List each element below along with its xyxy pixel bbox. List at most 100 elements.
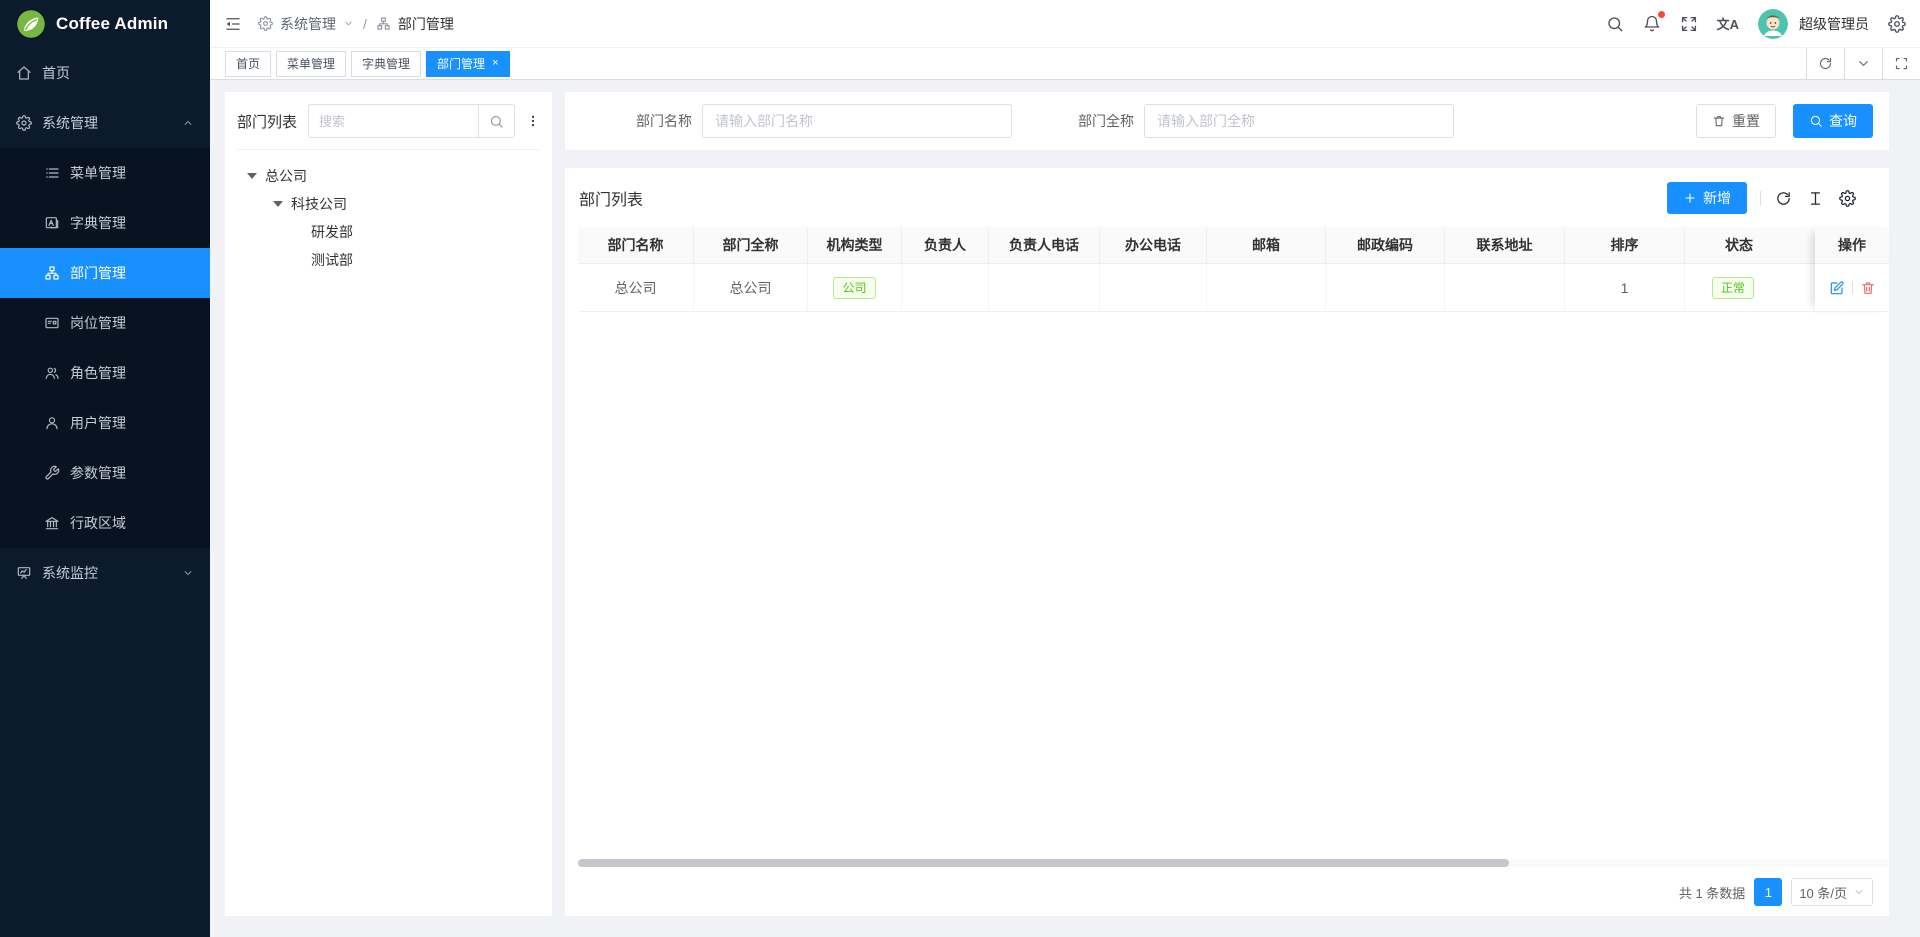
col-full-name: 部门全称 — [694, 227, 808, 263]
chevron-down-icon — [343, 18, 354, 29]
username[interactable]: 超级管理员 — [1799, 14, 1869, 34]
leaf-logo-icon — [16, 9, 46, 39]
col-leader: 负责人 — [902, 227, 989, 263]
sidebar-item-parameter-management[interactable]: 参数管理 — [0, 448, 210, 498]
sidebar-item-home[interactable]: 首页 — [0, 48, 210, 98]
col-address: 联系地址 — [1445, 227, 1565, 263]
horizontal-scrollbar-thumb[interactable] — [578, 859, 1509, 867]
tree-search-input[interactable] — [309, 105, 478, 137]
dept-name-label: 部门名称 — [636, 111, 692, 131]
tree-search-box — [308, 104, 515, 138]
gear-icon — [258, 16, 273, 31]
caret-down-icon[interactable] — [273, 201, 283, 207]
topbar: 系统管理 / 部门管理 文A — [210, 0, 1920, 48]
col-dept-name: 部门名称 — [578, 227, 694, 263]
col-postcode: 邮政编码 — [1326, 227, 1445, 263]
org-type-tag: 公司 — [833, 277, 875, 299]
col-email: 邮箱 — [1207, 227, 1326, 263]
settings-gear-icon[interactable] — [1888, 15, 1906, 33]
chevron-down-icon — [1853, 886, 1865, 898]
user-icon — [44, 415, 60, 431]
org-chart-icon — [376, 16, 391, 31]
table-refresh-icon[interactable] — [1775, 190, 1792, 207]
pagination-page-1[interactable]: 1 — [1754, 878, 1782, 906]
chevron-up-icon — [182, 117, 194, 129]
sidebar-item-system-management[interactable]: 系统管理 — [0, 98, 210, 148]
tabs-dropdown-icon[interactable] — [1844, 48, 1882, 80]
sidebar-item-admin-region[interactable]: 行政区域 — [0, 498, 210, 548]
department-table-card: 部门列表 新增 — [565, 168, 1889, 916]
breadcrumb: 系统管理 / 部门管理 — [258, 14, 454, 34]
department-table: 部门名称 部门全称 机构类型 负责人 负责人电话 办公电话 邮箱 邮政编码 联系… — [578, 227, 1889, 312]
sidebar-item-user-management[interactable]: 用户管理 — [0, 398, 210, 448]
roles-icon — [44, 365, 60, 381]
table-row: 总公司 总公司 公司 1 正常 — [578, 264, 1889, 312]
sidebar-item-department-management[interactable]: 部门管理 — [0, 248, 210, 298]
breadcrumb-current: 部门管理 — [398, 14, 454, 34]
filter-form: 部门名称 部门全称 重置 查询 — [565, 92, 1889, 150]
id-badge-icon — [44, 315, 60, 331]
caret-down-icon[interactable] — [247, 173, 257, 179]
sidebar-item-menu-management[interactable]: 菜单管理 — [0, 148, 210, 198]
dictionary-icon — [44, 215, 60, 231]
menu-fold-icon[interactable] — [224, 15, 242, 33]
menu-list-icon — [44, 165, 60, 181]
tree-node-test-dept[interactable]: 测试部 — [237, 246, 540, 274]
horizontal-scrollbar — [578, 859, 1889, 867]
dept-name-input[interactable] — [702, 104, 1012, 138]
sidebar-item-dictionary-management[interactable]: 字典管理 — [0, 198, 210, 248]
search-icon[interactable] — [1606, 15, 1624, 33]
tab-dictionary-management[interactable]: 字典管理 — [351, 51, 421, 77]
col-org-type: 机构类型 — [808, 227, 902, 263]
table-settings-icon[interactable] — [1839, 190, 1856, 207]
monitor-icon — [16, 565, 32, 581]
app-title: Coffee Admin — [56, 14, 168, 34]
breadcrumb-parent[interactable]: 系统管理 — [280, 14, 336, 34]
app-logo: Coffee Admin — [0, 0, 210, 48]
table-row-height-icon[interactable] — [1807, 190, 1824, 207]
plus-icon — [1683, 191, 1697, 205]
tab-close-icon[interactable]: × — [492, 58, 498, 69]
search-button[interactable]: 查询 — [1793, 104, 1873, 138]
sidebar-item-post-management[interactable]: 岗位管理 — [0, 298, 210, 348]
add-button[interactable]: 新增 — [1667, 182, 1747, 214]
fullscreen-icon[interactable] — [1680, 15, 1698, 33]
tree-panel-title: 部门列表 — [237, 111, 297, 132]
reset-button[interactable]: 重置 — [1696, 104, 1776, 138]
pagination: 共 1 条数据 1 10 条/页 — [565, 871, 1889, 906]
tab-menu-management[interactable]: 菜单管理 — [276, 51, 346, 77]
tabs-refresh-icon[interactable] — [1806, 48, 1844, 80]
tree-node-rd-dept[interactable]: 研发部 — [237, 218, 540, 246]
col-sort: 排序 — [1565, 227, 1685, 263]
col-leader-phone: 负责人电话 — [989, 227, 1100, 263]
notification-bell-icon[interactable] — [1643, 15, 1661, 33]
user-avatar[interactable] — [1758, 9, 1788, 39]
notification-dot — [1658, 11, 1665, 18]
sidebar-item-system-monitor[interactable]: 系统监控 — [0, 548, 210, 598]
tab-home[interactable]: 首页 — [225, 51, 271, 77]
page-size-select[interactable]: 10 条/页 — [1791, 878, 1873, 906]
gear-icon — [16, 115, 32, 131]
tree-node-head-office[interactable]: 总公司 — [237, 162, 540, 190]
tree-more-options-icon[interactable] — [526, 113, 540, 129]
tabs-maximize-icon[interactable] — [1882, 48, 1920, 80]
department-tree: 总公司 科技公司 研发部 测试部 — [237, 150, 540, 274]
fixed-operation-column: 操作 — [1815, 227, 1889, 312]
edit-row-icon[interactable] — [1829, 280, 1845, 296]
wrench-icon — [44, 465, 60, 481]
sidebar: Coffee Admin 首页 系统管理 菜单管理 字典管理 部门管理 — [0, 0, 210, 937]
search-icon — [1809, 114, 1823, 128]
dept-fullname-input[interactable] — [1144, 104, 1454, 138]
dept-fullname-label: 部门全称 — [1078, 111, 1134, 131]
bank-icon — [44, 515, 60, 531]
department-tree-panel: 部门列表 总公司 科技公司 — [225, 92, 552, 916]
tree-search-button[interactable] — [478, 105, 514, 137]
col-office-phone: 办公电话 — [1100, 227, 1207, 263]
tab-department-management[interactable]: 部门管理 × — [426, 51, 509, 77]
pagination-total: 共 1 条数据 — [1679, 883, 1745, 902]
delete-row-icon[interactable] — [1860, 280, 1876, 296]
home-icon — [16, 65, 32, 81]
tree-node-tech-company[interactable]: 科技公司 — [237, 190, 540, 218]
translate-icon[interactable]: 文A — [1717, 14, 1739, 33]
sidebar-item-role-management[interactable]: 角色管理 — [0, 348, 210, 398]
